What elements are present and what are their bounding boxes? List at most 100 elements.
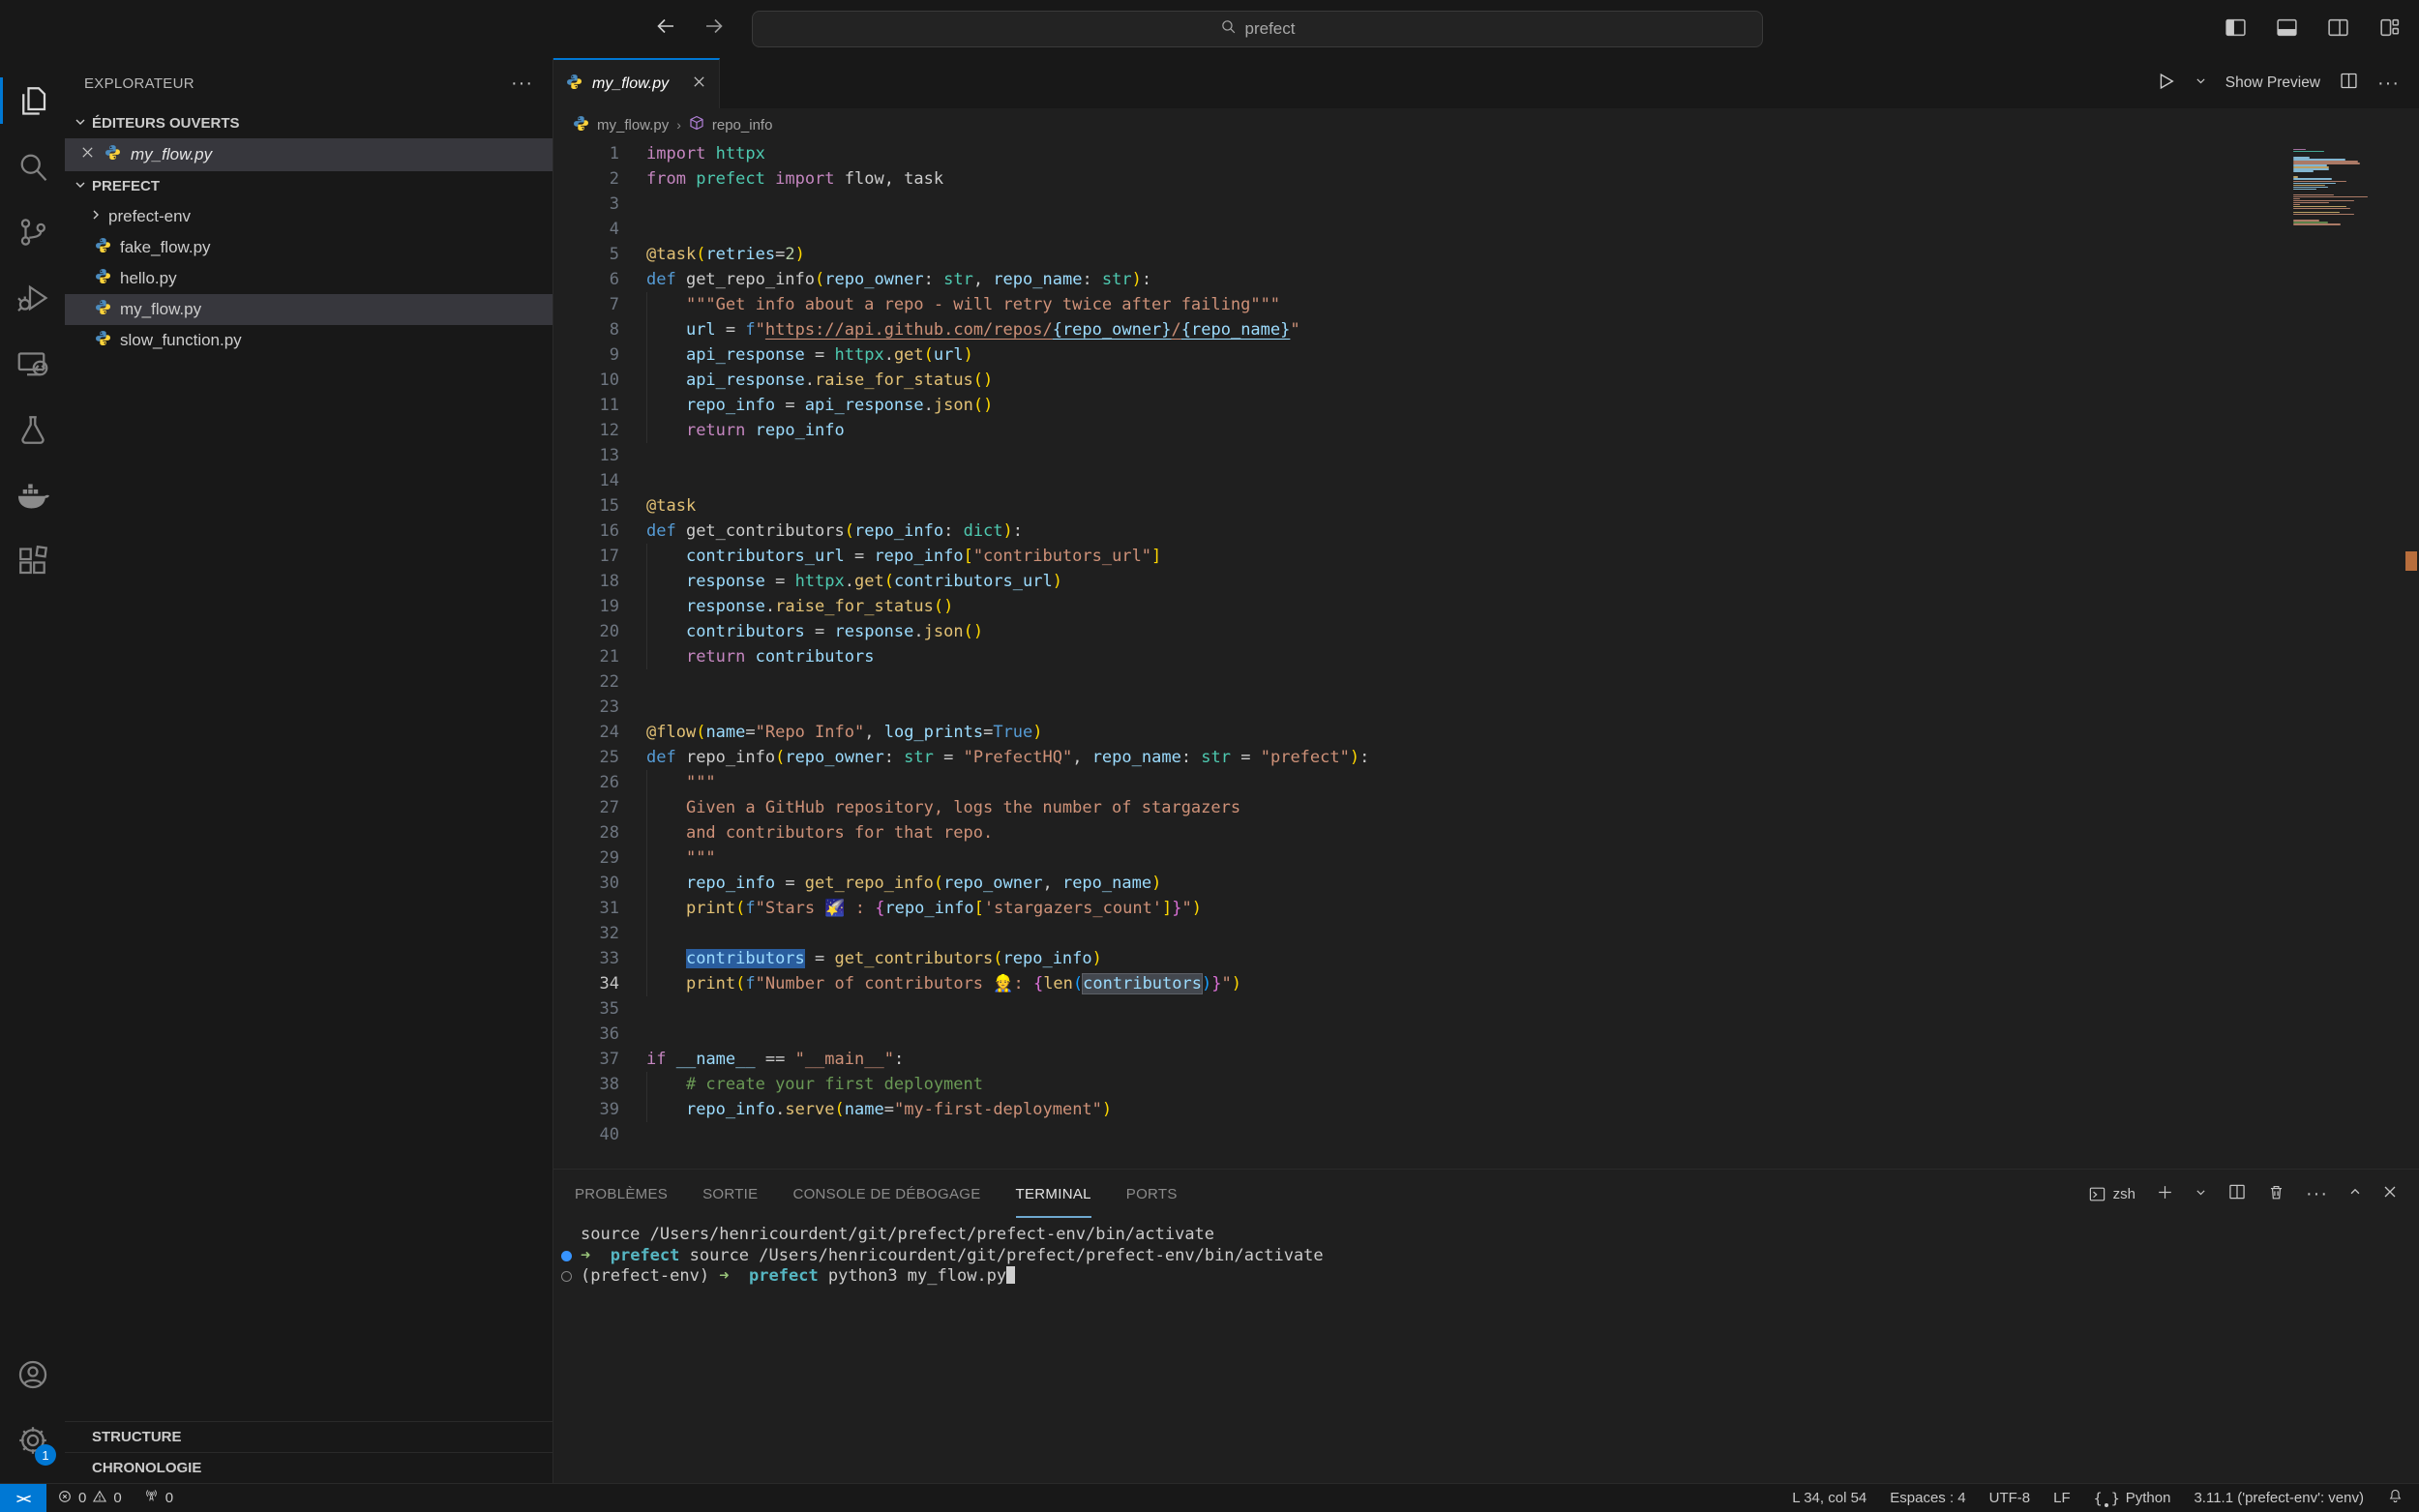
file-tree-item[interactable]: my_flow.py bbox=[65, 294, 552, 325]
encoding[interactable]: UTF-8 bbox=[1989, 1490, 2031, 1506]
code-line[interactable]: 37if __name__ == "__main__": bbox=[553, 1047, 2419, 1072]
new-terminal-icon[interactable] bbox=[2156, 1183, 2174, 1205]
code-line[interactable]: 6def get_repo_info(repo_owner: str, repo… bbox=[553, 267, 2419, 292]
code-line[interactable]: 25def repo_info(repo_owner: str = "Prefe… bbox=[553, 745, 2419, 770]
eol[interactable]: LF bbox=[2053, 1490, 2071, 1506]
show-preview-button[interactable]: Show Preview bbox=[2225, 74, 2320, 92]
code-line[interactable]: 10 api_response.raise_for_status() bbox=[553, 368, 2419, 393]
code-line[interactable]: 17 contributors_url = repo_info["contrib… bbox=[553, 544, 2419, 569]
indentation[interactable]: Espaces : 4 bbox=[1890, 1490, 1965, 1506]
code-line[interactable]: 40 bbox=[553, 1122, 2419, 1147]
ports-status[interactable]: 0 bbox=[133, 1484, 184, 1512]
code-line[interactable]: 36 bbox=[553, 1022, 2419, 1047]
code-line[interactable]: 1import httpx bbox=[553, 141, 2419, 166]
terminal-dropdown-icon[interactable] bbox=[2195, 1186, 2207, 1202]
code-line[interactable]: 19 response.raise_for_status() bbox=[553, 594, 2419, 619]
panel-tab[interactable]: PORTS bbox=[1126, 1170, 1178, 1218]
notifications-bell-icon[interactable] bbox=[2387, 1488, 2404, 1508]
python-interpreter[interactable]: 3.11.1 ('prefect-env': venv) bbox=[2194, 1490, 2364, 1506]
code-line[interactable]: 30 repo_info = get_repo_info(repo_owner,… bbox=[553, 871, 2419, 896]
kill-terminal-icon[interactable] bbox=[2267, 1183, 2285, 1205]
back-icon[interactable] bbox=[654, 15, 677, 43]
run-button[interactable] bbox=[2155, 71, 2176, 97]
testing-icon[interactable] bbox=[0, 397, 65, 462]
file-tree-item[interactable]: hello.py bbox=[65, 263, 552, 294]
toggle-panel-icon[interactable] bbox=[2275, 15, 2299, 44]
explorer-icon[interactable] bbox=[0, 68, 65, 133]
code-line[interactable]: 24@flow(name="Repo Info", log_prints=Tru… bbox=[553, 720, 2419, 745]
close-icon[interactable] bbox=[80, 145, 95, 164]
code-line[interactable]: 38 # create your first deployment bbox=[553, 1072, 2419, 1097]
panel-tab[interactable]: TERMINAL bbox=[1016, 1170, 1091, 1218]
code-line[interactable]: 14 bbox=[553, 468, 2419, 493]
code-line[interactable]: 8 url = f"https://api.github.com/repos/{… bbox=[553, 317, 2419, 342]
explorer-more-actions-icon[interactable]: ··· bbox=[511, 73, 533, 95]
code-line[interactable]: 20 contributors = response.json() bbox=[553, 619, 2419, 644]
project-section[interactable]: PREFECT bbox=[65, 171, 552, 201]
breadcrumb[interactable]: my_flow.py › repo_info bbox=[553, 108, 2419, 141]
code-line[interactable]: 34 print(f"Number of contributors 👷: {le… bbox=[553, 971, 2419, 996]
tab-my-flow[interactable]: my_flow.py bbox=[553, 58, 720, 108]
code-line[interactable]: 4 bbox=[553, 217, 2419, 242]
command-center-search[interactable]: prefect bbox=[752, 11, 1763, 47]
file-tree-item[interactable]: fake_flow.py bbox=[65, 232, 552, 263]
code-line[interactable]: 23 bbox=[553, 695, 2419, 720]
code-line[interactable]: 7 """Get info about a repo - will retry … bbox=[553, 292, 2419, 317]
code-editor[interactable]: 1import httpx2from prefect import flow, … bbox=[553, 141, 2419, 1169]
code-line[interactable]: 15@task bbox=[553, 493, 2419, 519]
code-line[interactable]: 3 bbox=[553, 192, 2419, 217]
terminal-content[interactable]: source /Users/henricourdent/git/prefect/… bbox=[553, 1218, 2419, 1483]
code-line[interactable]: 31 print(f"Stars 🌠 : {repo_info['stargaz… bbox=[553, 896, 2419, 921]
code-line[interactable]: 39 repo_info.serve(name="my-first-deploy… bbox=[553, 1097, 2419, 1122]
toggle-secondary-sidebar-icon[interactable] bbox=[2326, 15, 2350, 44]
panel-more-actions-icon[interactable]: ··· bbox=[2306, 1183, 2328, 1205]
docker-icon[interactable] bbox=[0, 462, 65, 528]
code-line[interactable]: 26 """ bbox=[553, 770, 2419, 795]
problems-status[interactable]: 0 0 bbox=[46, 1484, 133, 1512]
file-tree-item[interactable]: prefect-env bbox=[65, 201, 552, 232]
code-line[interactable]: 32 bbox=[553, 921, 2419, 946]
open-editors-section[interactable]: ÉDITEURS OUVERTS bbox=[65, 108, 552, 138]
code-line[interactable]: 13 bbox=[553, 443, 2419, 468]
code-line[interactable]: 29 """ bbox=[553, 845, 2419, 871]
forward-icon[interactable] bbox=[702, 15, 726, 43]
run-debug-icon[interactable] bbox=[0, 265, 65, 331]
code-line[interactable]: 12 return repo_info bbox=[553, 418, 2419, 443]
editor-more-actions-icon[interactable]: ··· bbox=[2377, 73, 2400, 95]
settings-gear-icon[interactable]: 1 bbox=[0, 1408, 65, 1473]
code-line[interactable]: 22 bbox=[553, 669, 2419, 695]
code-line[interactable]: 35 bbox=[553, 996, 2419, 1022]
minimap[interactable] bbox=[2293, 149, 2402, 227]
code-line[interactable]: 27 Given a GitHub repository, logs the n… bbox=[553, 795, 2419, 820]
code-line[interactable]: 5@task(retries=2) bbox=[553, 242, 2419, 267]
cursor-position[interactable]: L 34, col 54 bbox=[1792, 1490, 1867, 1506]
extensions-icon[interactable] bbox=[0, 528, 65, 594]
close-icon[interactable] bbox=[692, 74, 706, 94]
code-line[interactable]: 21 return contributors bbox=[553, 644, 2419, 669]
code-line[interactable]: 16def get_contributors(repo_info: dict): bbox=[553, 519, 2419, 544]
run-dropdown-icon[interactable] bbox=[2195, 74, 2207, 92]
code-line[interactable]: 2from prefect import flow, task bbox=[553, 166, 2419, 192]
remote-indicator[interactable]: >< bbox=[0, 1484, 46, 1512]
panel-tab[interactable]: PROBLÈMES bbox=[575, 1170, 668, 1218]
timeline-section[interactable]: CHRONOLOGIE bbox=[65, 1452, 552, 1483]
remote-explorer-icon[interactable] bbox=[0, 331, 65, 397]
file-tree-item[interactable]: slow_function.py bbox=[65, 325, 552, 356]
code-line[interactable]: 18 response = httpx.get(contributors_url… bbox=[553, 569, 2419, 594]
structure-section[interactable]: STRUCTURE bbox=[65, 1421, 552, 1452]
split-terminal-icon[interactable] bbox=[2227, 1182, 2247, 1205]
toggle-primary-sidebar-icon[interactable] bbox=[2224, 15, 2248, 44]
customize-layout-icon[interactable] bbox=[2377, 15, 2402, 44]
open-editor-my-flow[interactable]: my_flow.py bbox=[65, 138, 552, 171]
close-panel-icon[interactable] bbox=[2382, 1184, 2398, 1203]
language-mode[interactable]: { } Python bbox=[2094, 1490, 2171, 1507]
code-line[interactable]: 9 api_response = httpx.get(url) bbox=[553, 342, 2419, 368]
code-line[interactable]: 28 and contributors for that repo. bbox=[553, 820, 2419, 845]
code-line[interactable]: 33 contributors = get_contributors(repo_… bbox=[553, 946, 2419, 971]
account-icon[interactable] bbox=[0, 1342, 65, 1408]
panel-tab[interactable]: SORTIE bbox=[702, 1170, 758, 1218]
maximize-panel-icon[interactable] bbox=[2348, 1185, 2362, 1202]
split-editor-icon[interactable] bbox=[2339, 71, 2359, 96]
terminal-session[interactable]: zsh bbox=[2088, 1185, 2135, 1203]
source-control-icon[interactable] bbox=[0, 199, 65, 265]
